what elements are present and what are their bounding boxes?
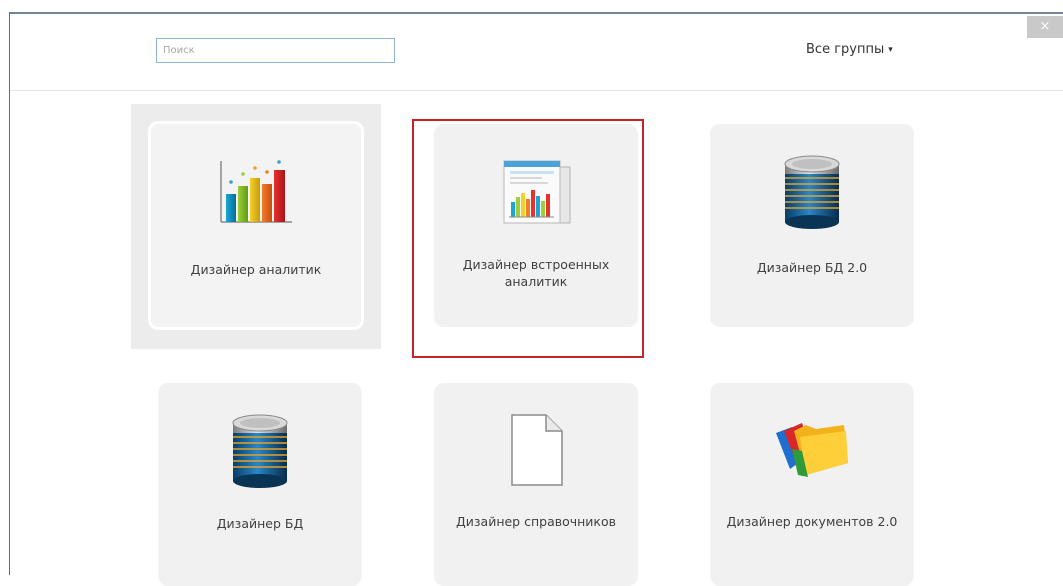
tile-label: Дизайнер аналитик xyxy=(190,262,322,277)
groups-dropdown-label: Все группы xyxy=(806,42,885,57)
blank-document-icon xyxy=(506,413,566,491)
chevron-down-icon: ▾ xyxy=(888,44,893,55)
groups-dropdown[interactable]: Все группы ▾ xyxy=(806,42,893,57)
tile-label: Дизайнер БД xyxy=(216,516,304,531)
bar-chart-icon xyxy=(216,156,296,230)
tile-label: Дизайнер документов 2.0 xyxy=(726,514,898,529)
header-bar: Все группы▾ xyxy=(10,14,1063,91)
tile-label: Дизайнер БД 2.0 xyxy=(756,260,868,275)
database-icon xyxy=(229,413,291,493)
folders-icon xyxy=(772,419,852,487)
tile-db-designer-2[interactable]: Дизайнер БД 2.0 xyxy=(710,124,914,327)
window-top-bar xyxy=(0,0,1063,12)
tile-label: Дизайнер встроенных аналитик xyxy=(462,257,610,289)
tile-analytics-designer[interactable]: Дизайнер аналитик xyxy=(148,121,364,330)
tile-embedded-analytics-designer[interactable]: Дизайнер встроенных аналитик xyxy=(434,124,638,327)
tile-db-designer[interactable]: Дизайнер БД xyxy=(158,383,362,586)
search-input[interactable] xyxy=(156,38,395,63)
window-border-left xyxy=(9,12,10,575)
tile-reference-designer[interactable]: Дизайнер справочников xyxy=(434,383,638,586)
database-icon xyxy=(781,154,843,234)
tile-documents-designer-2[interactable]: Дизайнер документов 2.0 xyxy=(710,383,914,586)
close-button[interactable]: × xyxy=(1027,16,1063,38)
tile-label: Дизайнер справочников xyxy=(456,514,616,529)
embedded-chart-document-icon xyxy=(496,157,576,229)
